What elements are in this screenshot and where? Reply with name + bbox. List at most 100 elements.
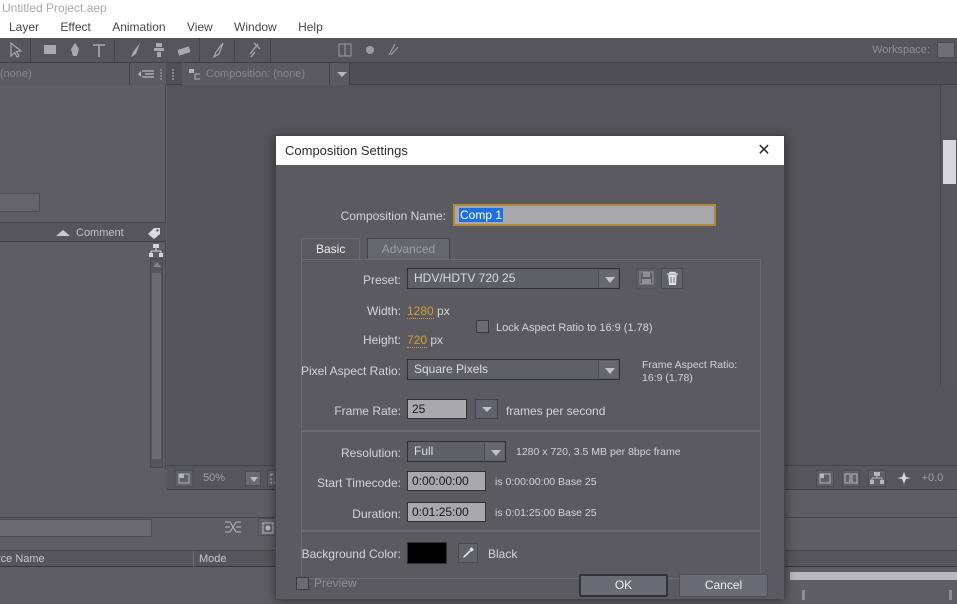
zoom-level-value[interactable]: 50% [198,466,242,491]
frame-rate-input[interactable]: 25 [407,399,467,419]
scroll-up-arrow-icon[interactable] [153,262,161,267]
duration-info: is 0:01:25:00 Base 25 [495,507,597,519]
close-icon[interactable]: ✕ [750,136,778,165]
exposure-icon[interactable] [895,470,913,487]
frame-rate-unit: frames per second [506,404,606,418]
zoom-dropdown-icon[interactable] [245,470,262,486]
search-input[interactable] [0,519,152,537]
menu-item-animation[interactable]: Animation [103,16,174,38]
flowchart-node-icon[interactable] [148,244,165,258]
duration-input[interactable]: 0:01:25:00 [407,502,486,522]
lock-aspect-ratio-checkbox[interactable] [476,320,489,333]
tab-composition[interactable]: Composition: (none) [200,63,330,85]
cancel-button[interactable]: Cancel [679,574,768,597]
panel-header-row: rols: (none) Composition: (none) [0,63,957,85]
toolbar-group-paint [120,38,200,62]
start-timecode-info: is 0:00:00:00 Base 25 [495,476,597,488]
menu-item-effect[interactable]: Effect [51,16,99,38]
eraser-tool-icon[interactable] [174,38,194,62]
menu-item-view[interactable]: View [178,16,222,38]
comp-flowchart-icon[interactable] [182,63,200,85]
preset-value: HDV/HDTV 720 25 [414,271,516,285]
dialog-tabs: Basic Advanced [301,238,452,259]
timeline-marker-start[interactable] [802,590,805,600]
chevron-down-icon[interactable] [484,443,504,460]
timeline-column-mode[interactable]: Mode [193,551,227,568]
effect-controls-field[interactable] [0,193,40,212]
shape-tool-icon[interactable] [40,38,60,62]
dialog-title-bar: Composition Settings ✕ [276,136,784,165]
toggle-switches-icon[interactable] [222,519,242,535]
eyedropper-icon[interactable] [458,543,478,563]
tab-effect-controls[interactable]: rols: (none) [0,63,130,85]
timeline-track[interactable] [790,572,957,580]
workspace-selector[interactable] [937,42,955,59]
lock-aspect-ratio-label: Lock Aspect Ratio to 16:9 (1.78) [496,322,653,334]
frame-aspect-ratio-value: 16:9 (1.78) [642,372,693,384]
chevron-down-icon[interactable] [598,270,618,287]
roto-brush-tool-icon[interactable] [209,38,229,62]
fit-to-view-icon[interactable] [175,470,193,487]
background-color-swatch[interactable] [407,542,447,564]
trash-icon[interactable] [661,268,683,289]
text-tool-icon[interactable] [89,38,109,62]
save-preset-icon[interactable] [636,268,658,289]
menu-bar: Layer Effect Animation View Window Help [0,16,957,38]
resolution-select[interactable]: Full [407,441,506,462]
tag-icon[interactable] [146,226,162,240]
clone-stamp-tool-icon[interactable] [149,38,169,62]
toolbar-group-puppet [240,38,271,62]
window-title: Untitled Project.aep [0,0,957,16]
ok-button[interactable]: OK [579,574,668,597]
preset-select[interactable]: HDV/HDTV 720 25 [407,268,620,289]
scrollbar-thumb[interactable] [152,273,161,459]
frame-rate-stepper[interactable] [475,399,498,419]
height-value[interactable]: 720 [407,333,428,348]
dot-icon[interactable] [360,38,380,62]
comp-flowchart-button-icon[interactable] [868,470,887,487]
mask-icon[interactable] [384,38,404,62]
width-label: Width: [366,304,401,318]
toolbar-group-roto [204,38,236,62]
chevron-down-icon[interactable] [598,361,618,378]
exposure-value[interactable]: +0.0 [918,466,944,491]
collapse-caret-icon[interactable] [56,230,70,236]
selection-tool-icon[interactable] [5,38,25,62]
effect-controls-panel [0,85,166,225]
pixel-aspect-ratio-select[interactable]: Square Pixels [407,359,620,380]
region-of-interest-icon[interactable] [816,470,835,487]
comment-bar: Comment [0,222,166,242]
composition-dropdown-icon[interactable] [330,63,350,85]
left-panel-scrollbar[interactable] [150,258,163,468]
tab-advanced[interactable]: Advanced [366,238,451,259]
brush-tool-icon[interactable] [125,38,145,62]
composition-button-icon[interactable] [258,518,276,536]
start-timecode-label: Start Timecode: [316,476,401,490]
composition-name-input[interactable]: Comp 1 [453,204,716,226]
right-scrollbar-thumb[interactable] [943,140,956,184]
composition-name-value: Comp 1 [459,208,504,222]
pen-tool-icon[interactable] [65,38,85,62]
resolution-label: Resolution: [340,446,401,460]
background-color-name: Black [488,547,518,561]
menu-item-window[interactable]: Window [225,16,286,38]
height-value-group: 720 px [407,333,443,348]
duration-label: Duration: [352,507,401,521]
width-value[interactable]: 1280 [407,304,434,319]
menu-item-help[interactable]: Help [289,16,332,38]
menu-item-layer[interactable]: Layer [0,16,48,38]
start-timecode-input[interactable]: 0:00:00:00 [407,471,486,491]
timeline-marker-end[interactable] [949,590,952,600]
puppet-pin-tool-icon[interactable] [245,38,265,62]
panel-grip-right[interactable] [172,68,176,80]
right-scrollbar[interactable] [940,85,957,385]
preview-label: Preview [314,576,357,590]
width-unit: px [437,304,450,318]
tab-basic[interactable]: Basic [301,238,361,259]
align-icon[interactable] [335,38,355,62]
toolbar-group-shape [35,38,116,62]
timeline-column-source-name[interactable]: rce Name [0,551,45,568]
transparency-grid-icon[interactable] [842,470,861,487]
panel-grip-left[interactable] [160,68,164,80]
preview-checkbox[interactable] [296,577,309,590]
